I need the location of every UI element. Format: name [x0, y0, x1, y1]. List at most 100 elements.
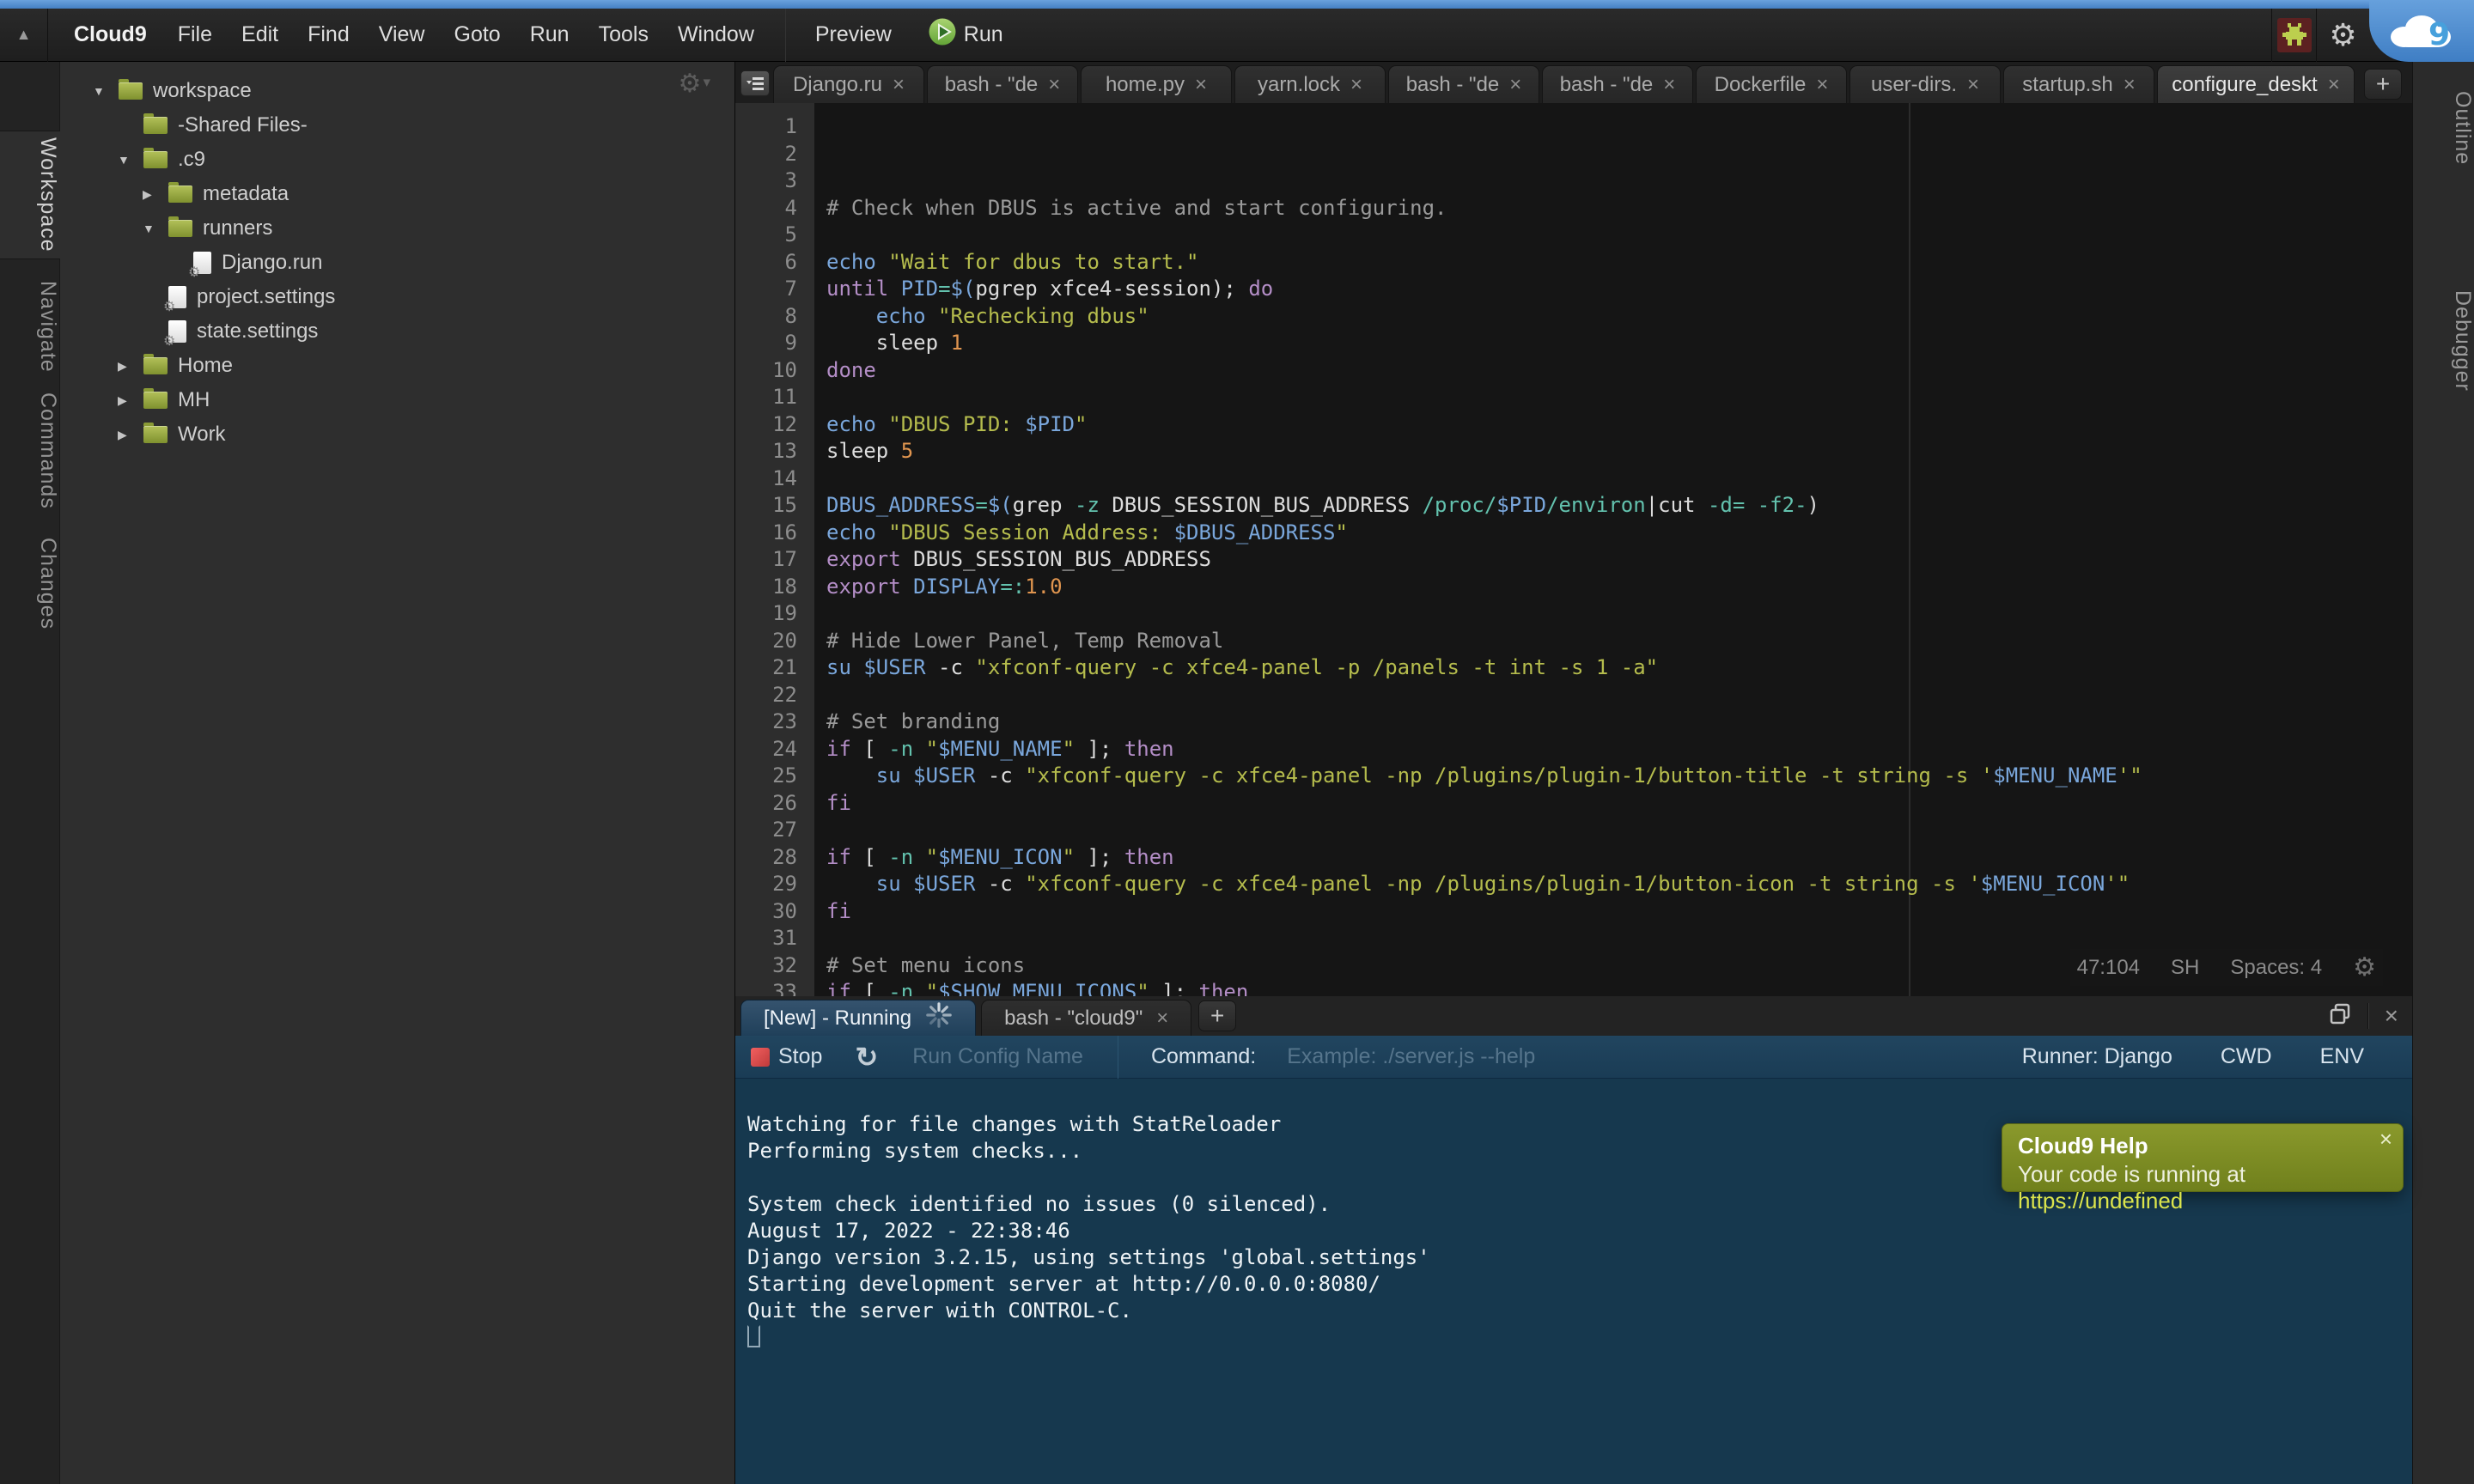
console-tab-new-running[interactable]: [New] - Running: [740, 1000, 976, 1036]
menu-run[interactable]: Run: [530, 22, 570, 47]
tree-item-django-run[interactable]: Django.run: [60, 246, 734, 280]
editor-tab-bash-de[interactable]: bash - "de×: [1388, 65, 1539, 103]
editor-tab-dockerfile[interactable]: Dockerfile ×: [1696, 65, 1847, 103]
close-icon[interactable]: ×: [1663, 73, 1675, 97]
rail-tab-navigate[interactable]: Navigate: [0, 275, 60, 378]
editor-tab-startup-sh[interactable]: startup.sh×: [2003, 65, 2154, 103]
tree-item-runners[interactable]: ▼runners: [60, 211, 734, 246]
new-tab-button[interactable]: +: [2364, 69, 2402, 100]
preferences-gear-icon[interactable]: ⚙: [2316, 9, 2369, 62]
close-icon[interactable]: ×: [893, 73, 905, 97]
menu-goto[interactable]: Goto: [454, 22, 501, 47]
folder-icon: [119, 82, 143, 100]
editor-statusbar: 47:104 SH Spaces: 4 ⚙: [2070, 949, 2383, 986]
code-editor[interactable]: # Check when DBUS is active and start co…: [814, 103, 2412, 996]
stop-button[interactable]: Stop: [751, 1044, 822, 1069]
close-panel-icon[interactable]: ×: [2385, 1002, 2398, 1030]
tab-label: Dockerfile: [1715, 73, 1807, 97]
rail-tab-outline[interactable]: Outline: [2413, 79, 2474, 177]
menu-tools[interactable]: Tools: [599, 22, 649, 47]
rail-tab-commands[interactable]: Commands: [0, 386, 60, 515]
tree-closed-arrow-icon[interactable]: ▶: [118, 428, 143, 442]
tree-closed-arrow-icon[interactable]: ▶: [143, 187, 168, 202]
editor-tab-user-dirs[interactable]: user-dirs.×: [1849, 65, 2001, 103]
tree-item-metadata[interactable]: ▶metadata: [60, 177, 734, 211]
code-line: done: [826, 357, 2412, 385]
editor-tab-yarn-lock[interactable]: yarn.lock×: [1234, 65, 1386, 103]
tree-item-workspace[interactable]: ▼workspace: [60, 74, 734, 108]
indent-setting[interactable]: Spaces: 4: [2230, 956, 2322, 980]
tree-open-arrow-icon[interactable]: ▼: [118, 153, 143, 167]
close-icon[interactable]: ×: [1509, 73, 1521, 97]
tab-label: configure_deskt: [2172, 73, 2317, 97]
statusbar-gear-icon[interactable]: ⚙: [2353, 952, 2376, 982]
menu-collapse-button[interactable]: ▲: [0, 9, 48, 62]
run-button[interactable]: Run: [928, 17, 1003, 52]
tree-item-shared-files[interactable]: -Shared Files-: [60, 108, 734, 143]
run-config-input[interactable]: Run Config Name: [912, 1044, 1083, 1069]
menu-window[interactable]: Window: [678, 22, 754, 47]
env-button[interactable]: ENV: [2320, 1044, 2364, 1069]
report-bug-icon[interactable]: [2271, 9, 2316, 62]
close-icon[interactable]: ×: [1048, 73, 1060, 97]
running-url-link[interactable]: https://undefined: [2018, 1188, 2183, 1213]
tree-item-mh[interactable]: ▶MH: [60, 383, 734, 417]
close-icon[interactable]: ×: [2328, 73, 2340, 97]
menu-file[interactable]: File: [178, 22, 212, 47]
rail-tab-changes[interactable]: Changes: [0, 532, 60, 636]
new-console-tab-button[interactable]: +: [1198, 1000, 1236, 1031]
stop-icon: [751, 1048, 770, 1067]
tree-open-arrow-icon[interactable]: ▼: [93, 84, 119, 98]
cursor-position[interactable]: 47:104: [2077, 956, 2140, 980]
tree-item-c9[interactable]: ▼.c9: [60, 143, 734, 177]
line-number: 30: [735, 898, 814, 926]
editor-tab-bash-de[interactable]: bash - "de×: [1542, 65, 1693, 103]
menu-find[interactable]: Find: [308, 22, 350, 47]
rail-tab-debugger[interactable]: Debugger: [2413, 278, 2474, 404]
close-icon[interactable]: ×: [1816, 73, 1828, 97]
close-icon[interactable]: ×: [1350, 73, 1362, 97]
code-line: su $USER -c "xfconf-query -c xfce4-panel…: [826, 654, 2412, 682]
tree-item-project-settings[interactable]: project.settings: [60, 280, 734, 314]
tree-closed-arrow-icon[interactable]: ▶: [118, 359, 143, 374]
tab-label: bash - "cloud9": [1004, 1007, 1143, 1031]
console-tabs: [New] - Running bash - "cloud9" ×: [735, 1000, 1191, 1036]
cwd-button[interactable]: CWD: [2221, 1044, 2272, 1069]
cloud9-logo[interactable]: 9: [2369, 0, 2474, 62]
menu-preview[interactable]: Preview: [815, 22, 892, 47]
line-number: 21: [735, 654, 814, 682]
maximize-panel-icon[interactable]: [2328, 1002, 2352, 1031]
runner-selector[interactable]: Runner: Django: [2022, 1044, 2172, 1069]
line-number: 16: [735, 520, 814, 547]
line-number: 9: [735, 330, 814, 357]
editor-tab-bash-de[interactable]: bash - "de×: [927, 65, 1078, 103]
menu-edit[interactable]: Edit: [241, 22, 278, 47]
tree-closed-arrow-icon[interactable]: ▶: [118, 393, 143, 408]
command-input[interactable]: Example: ./server.js --help: [1287, 1044, 1535, 1069]
rail-tab-workspace[interactable]: Workspace: [0, 131, 60, 259]
menu-view[interactable]: View: [379, 22, 425, 47]
editor-tab-home-py[interactable]: home.py×: [1081, 65, 1232, 103]
editor-tab-configure-deskt[interactable]: configure_deskt ×: [2157, 65, 2355, 103]
line-number: 27: [735, 817, 814, 844]
line-number: 23: [735, 709, 814, 736]
close-icon[interactable]: ×: [1967, 73, 1979, 97]
tree-item-state-settings[interactable]: state.settings: [60, 314, 734, 349]
cloud9-menu[interactable]: Cloud9: [74, 22, 147, 47]
tab-list-icon[interactable]: [740, 70, 770, 96]
code-viewport: 1234567891011121314151617181920212223242…: [735, 103, 2412, 996]
tree-item-label: Django.run: [222, 251, 322, 275]
tree-item-home[interactable]: ▶Home: [60, 349, 734, 383]
syntax-mode[interactable]: SH: [2171, 956, 2199, 980]
close-icon[interactable]: ×: [1195, 73, 1207, 97]
tree-open-arrow-icon[interactable]: ▼: [143, 222, 168, 235]
tree-item-work[interactable]: ▶Work: [60, 417, 734, 452]
console-tab-bash-cloud9[interactable]: bash - "cloud9" ×: [981, 1000, 1191, 1036]
popup-close-icon[interactable]: ×: [2380, 1126, 2392, 1153]
close-icon[interactable]: ×: [2124, 73, 2136, 97]
close-icon[interactable]: ×: [1156, 1007, 1168, 1031]
editor-tab-django-ru[interactable]: Django.ru×: [773, 65, 924, 103]
console-tabbar: [New] - Running bash - "cloud9" × + ×: [735, 996, 2412, 1036]
code-line: [826, 600, 2412, 628]
restart-icon[interactable]: ↻: [855, 1041, 878, 1073]
